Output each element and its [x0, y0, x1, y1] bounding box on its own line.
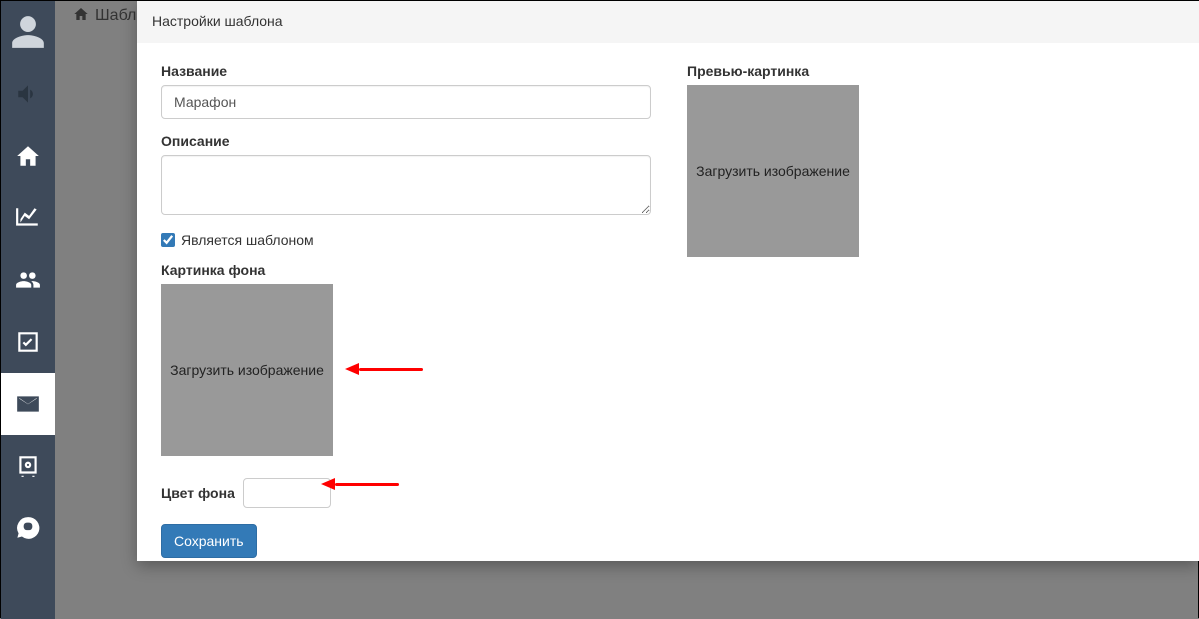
- modal-left-column: Название Описание Является шаблоном Карт…: [161, 63, 651, 558]
- users-icon: [15, 267, 41, 293]
- is-template-label: Является шаблоном: [181, 232, 314, 248]
- bg-upload-text: Загрузить изображение: [170, 362, 324, 378]
- home-icon: [15, 143, 41, 169]
- name-label: Название: [161, 63, 651, 79]
- annotation-arrow-color: [321, 478, 399, 490]
- modal-header: Настройки шаблона: [137, 1, 1199, 43]
- bg-image-label: Картинка фона: [161, 262, 651, 278]
- preview-label: Превью-картинка: [687, 63, 1047, 79]
- is-template-row: Является шаблоном: [161, 232, 651, 248]
- arrow-head-icon: [345, 363, 359, 375]
- bg-image-group: Картинка фона Загрузить изображение: [161, 262, 651, 456]
- template-settings-modal: Настройки шаблона Название Описание Явля…: [137, 1, 1199, 561]
- bg-color-label: Цвет фона: [161, 485, 235, 501]
- speaker-icon: [15, 81, 41, 107]
- chat-icon: [15, 515, 41, 541]
- desc-textarea[interactable]: [161, 155, 651, 215]
- bg-color-input[interactable]: [243, 478, 331, 508]
- save-button[interactable]: Сохранить: [161, 524, 257, 558]
- sidebar-item-safe[interactable]: [1, 435, 55, 497]
- sidebar-item-chat[interactable]: [1, 497, 55, 559]
- sidebar-item-chart[interactable]: [1, 187, 55, 249]
- arrow-head-icon: [321, 478, 335, 490]
- check-icon: [15, 329, 41, 355]
- sidebar: [1, 1, 55, 619]
- desc-group: Описание: [161, 133, 651, 218]
- arrow-line-icon: [335, 483, 399, 486]
- user-icon: [9, 12, 47, 52]
- preview-upload-text: Загрузить изображение: [696, 163, 850, 179]
- modal-body: Название Описание Является шаблоном Карт…: [137, 43, 1199, 574]
- name-group: Название: [161, 63, 651, 119]
- sidebar-item-check[interactable]: [1, 311, 55, 373]
- sidebar-item-mail[interactable]: [1, 373, 55, 435]
- sidebar-item-user[interactable]: [1, 1, 55, 63]
- preview-upload[interactable]: Загрузить изображение: [687, 85, 859, 257]
- annotation-arrow-upload: [345, 363, 423, 375]
- sidebar-item-home[interactable]: [1, 125, 55, 187]
- chart-icon: [15, 205, 41, 231]
- is-template-checkbox[interactable]: [161, 233, 175, 247]
- sidebar-item-users[interactable]: [1, 249, 55, 311]
- bg-color-row: Цвет фона: [161, 478, 651, 508]
- desc-label: Описание: [161, 133, 651, 149]
- modal-title: Настройки шаблона: [152, 13, 1184, 29]
- preview-group: Превью-картинка Загрузить изображение: [687, 63, 1047, 257]
- mail-icon: [15, 391, 41, 417]
- modal-right-column: Превью-картинка Загрузить изображение: [687, 63, 1047, 558]
- name-input[interactable]: [161, 85, 651, 119]
- safe-icon: [15, 453, 41, 479]
- arrow-line-icon: [359, 368, 423, 371]
- sidebar-item-speaker[interactable]: [1, 63, 55, 125]
- breadcrumb-home-icon: [73, 6, 89, 27]
- bg-image-upload[interactable]: Загрузить изображение: [161, 284, 333, 456]
